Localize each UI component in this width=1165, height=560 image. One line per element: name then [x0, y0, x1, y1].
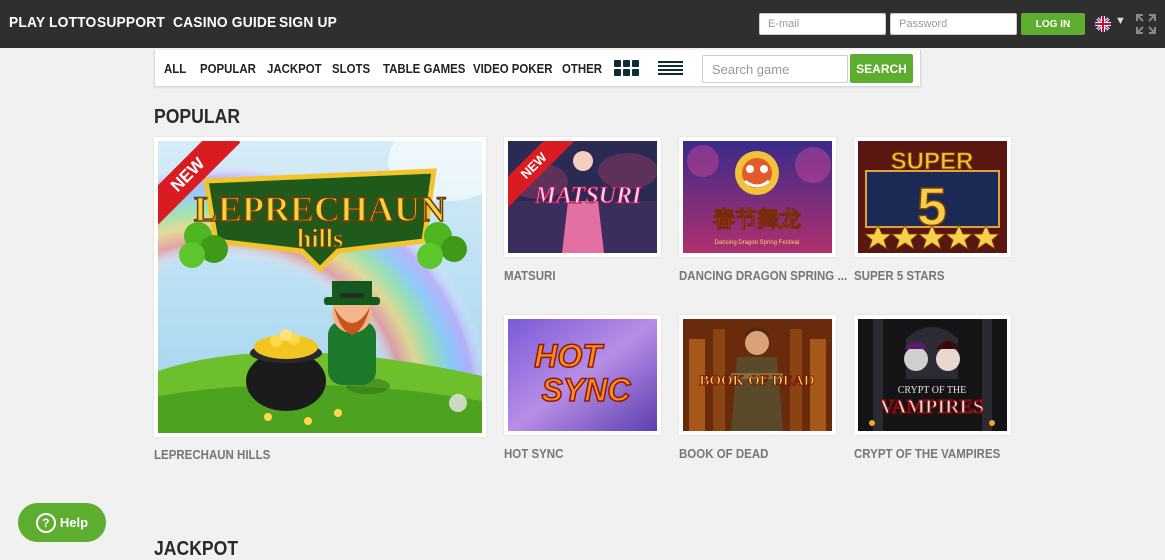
game-thumbnail: CRYPT OF THE VAMPIRES [858, 319, 1007, 431]
dancing-dragon-art-sub: Dancing Dragon Spring Festival [715, 240, 800, 246]
uk-flag-icon[interactable] [1095, 16, 1111, 32]
nav-sign-up[interactable]: SIGN UP [279, 14, 337, 31]
game-tile-crypt-of-the-vampires[interactable]: CRYPT OF THE VAMPIRES [854, 315, 1011, 435]
game-tile-leprechaun-hills[interactable]: LEPRECHAUN hills NEW [154, 137, 486, 437]
game-name-super-5-stars[interactable]: SUPER 5 STARS [854, 269, 945, 283]
nav-play-lotto[interactable]: PLAY LOTTO [9, 14, 96, 31]
game-tile-hot-sync[interactable]: HOT SYNC [504, 315, 661, 435]
game-tile-dancing-dragon[interactable]: 春节舞龙 Dancing Dragon Spring Festival [679, 137, 836, 257]
help-label: Help [59, 515, 89, 530]
filter-video-poker[interactable]: VIDEO POKER [473, 61, 552, 76]
login-button[interactable]: LOG IN [1021, 13, 1085, 35]
nav-casino-guide[interactable]: CASINO GUIDE [173, 14, 276, 31]
grid-view-icon[interactable] [614, 60, 640, 81]
game-thumbnail: 春节舞龙 Dancing Dragon Spring Festival [683, 141, 832, 253]
filter-jackpot[interactable]: JACKPOT [267, 61, 322, 76]
list-view-icon[interactable] [658, 60, 683, 81]
expand-icon[interactable] [1136, 14, 1156, 39]
question-icon: ? [35, 512, 56, 533]
game-name-crypt-of-the-vampires[interactable]: CRYPT OF THE VAMPIRES [854, 447, 1000, 461]
filter-table-games[interactable]: TABLE GAMES [383, 61, 465, 76]
game-thumbnail: SUPER 5 [858, 141, 1007, 253]
game-name-dancing-dragon[interactable]: DANCING DRAGON SPRING ... [679, 269, 847, 283]
game-name-matsuri[interactable]: MATSURI [504, 269, 556, 283]
search-game-input[interactable] [702, 55, 848, 83]
game-name-book-of-dead[interactable]: BOOK OF DEAD [679, 447, 768, 461]
book-of-dead-art-title: BOOK OF DEAD [699, 373, 814, 389]
featured-art-subtitle: hills [297, 224, 343, 253]
dancing-dragon-art-title: 春节舞龙 [713, 207, 801, 233]
nav-support[interactable]: SUPPORT [97, 14, 165, 31]
hot-sync-art-subtitle: SYNC [542, 372, 632, 408]
game-thumbnail: MATSURI NEW [508, 141, 657, 253]
crypt-art-subtitle: VAMPIRES [880, 396, 984, 418]
password-field[interactable] [890, 13, 1017, 35]
game-filter-bar: ALL POPULAR JACKPOT SLOTS TABLE GAMES VI… [154, 50, 921, 87]
help-button[interactable]: ? Help [18, 503, 106, 542]
game-thumbnail: BOOK OF DEAD [683, 319, 832, 431]
filter-other[interactable]: OTHER [562, 61, 602, 76]
super5-art-title: SUPER [891, 148, 974, 175]
game-thumbnail: HOT SYNC [508, 319, 657, 431]
popular-section-title: POPULAR [154, 106, 241, 128]
featured-art-title: LEPRECHAUN [194, 189, 446, 229]
filter-slots[interactable]: SLOTS [332, 61, 370, 76]
top-navigation-bar: PLAY LOTTO SUPPORT CASINO GUIDE SIGN UP … [0, 0, 1165, 48]
filter-all[interactable]: ALL [164, 61, 186, 76]
hot-sync-art-title: HOT [534, 338, 604, 374]
game-thumbnail: LEPRECHAUN hills NEW [158, 141, 482, 433]
game-name-hot-sync[interactable]: HOT SYNC [504, 447, 563, 461]
filter-popular[interactable]: POPULAR [200, 61, 256, 76]
game-tile-book-of-dead[interactable]: BOOK OF DEAD [679, 315, 836, 435]
game-name-leprechaun-hills[interactable]: LEPRECHAUN HILLS [154, 448, 270, 462]
game-tile-super-5-stars[interactable]: SUPER 5 [854, 137, 1011, 257]
matsuri-art-title: MATSURI [534, 183, 643, 209]
email-field[interactable] [759, 13, 886, 35]
game-tile-matsuri[interactable]: MATSURI NEW [504, 137, 661, 257]
crypt-art-title: CRYPT OF THE [898, 385, 967, 396]
search-button[interactable]: SEARCH [850, 54, 913, 83]
jackpot-section-title: JACKPOT [154, 538, 239, 560]
language-caret-icon[interactable]: ▼ [1115, 15, 1126, 27]
